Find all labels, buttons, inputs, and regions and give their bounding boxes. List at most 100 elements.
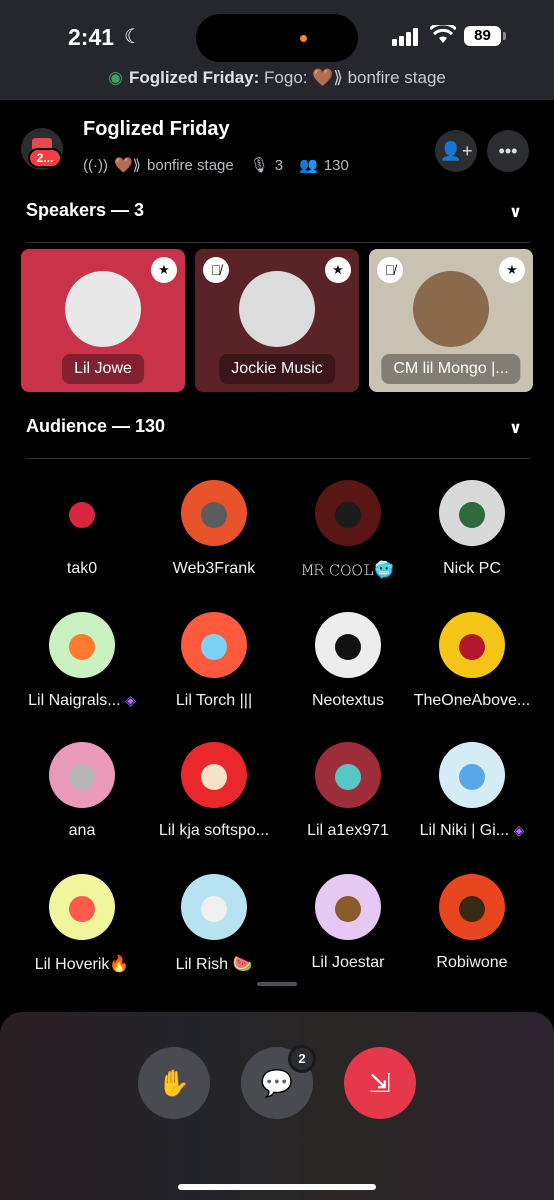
audience-section-header[interactable]: Audience — 130 ∨ <box>26 416 530 450</box>
member-name: 𝙼𝚁 𝙲𝙾𝙾𝙻🥶 <box>280 560 416 580</box>
member-name-text: Lil Hoverik🔥 <box>34 956 130 973</box>
audience-member[interactable]: Lil Naigrals... ◈ <box>14 612 150 710</box>
avatar-figure <box>69 764 95 790</box>
nitro-gem-icon: ◈ <box>125 692 136 708</box>
avatar <box>439 874 505 940</box>
member-name-text: ana <box>68 822 96 839</box>
stage-banner[interactable]: ◉ Foglized Friday: Fogo: 🤎⟫ bonfire stage <box>0 68 554 88</box>
member-name-text: Lil Naigrals... <box>28 692 121 709</box>
audience-member[interactable]: tak0 <box>14 480 150 578</box>
member-name: Neotextus <box>280 692 416 710</box>
speakers-section-header[interactable]: Speakers — 3 ∨ <box>26 200 530 234</box>
avatar <box>181 742 247 808</box>
audience-member[interactable]: Lil Rish 🍉 <box>146 874 282 974</box>
audience-label: Audience — 130 <box>26 416 166 436</box>
chat-bubble-icon: 💬 <box>260 1068 294 1098</box>
avatar <box>315 742 381 808</box>
member-name: ana <box>14 822 150 840</box>
avatar <box>65 271 141 347</box>
muted-mic-icon: 🎙̸ <box>377 257 403 283</box>
avatar-figure <box>459 502 485 528</box>
member-name: tak0 <box>14 560 150 578</box>
speaker-card[interactable]: 🎙̸ ★ Jockie Music <box>195 249 359 392</box>
speaker-card[interactable]: 🎙̸ ★ CM lil Mongo |... <box>369 249 533 392</box>
avatar <box>439 742 505 808</box>
banner-server: Foglized Friday: <box>128 68 260 87</box>
audience-member[interactable]: 𝙼𝚁 𝙲𝙾𝙾𝙻🥶 <box>280 480 416 580</box>
moderator-shield-icon: ★ <box>325 257 351 283</box>
speaker-card[interactable]: ★ Lil Jowe <box>21 249 185 392</box>
audience-member[interactable]: Lil Joestar <box>280 874 416 972</box>
speakers-label: Speakers — 3 <box>26 200 145 220</box>
member-name-text: Lil Joestar <box>311 954 385 971</box>
avatar <box>239 271 315 347</box>
avatar <box>49 612 115 678</box>
member-name-text: Robiwone <box>436 954 508 971</box>
avatar-figure <box>201 764 227 790</box>
raise-hand-button[interactable]: ✋ <box>138 1047 210 1119</box>
add-user-icon: 👤+ <box>439 141 473 161</box>
member-name-text: Lil kja softspo... <box>158 822 270 839</box>
member-name: Lil a1ex971 <box>280 822 416 840</box>
member-name: Lil Rish 🍉 <box>146 954 282 974</box>
stage-name: bonfire stage <box>147 156 234 174</box>
avatar-figure <box>335 764 361 790</box>
moderator-shield-icon: ★ <box>151 257 177 283</box>
avatar <box>49 480 115 546</box>
audience-member[interactable]: ana <box>14 742 150 840</box>
more-options-button[interactable]: ••• <box>487 130 529 172</box>
audience-member[interactable]: TheOneAbove... <box>404 612 540 710</box>
avatar-figure <box>69 896 95 922</box>
avatar <box>315 480 381 546</box>
audience-member[interactable]: Nick PC <box>404 480 540 578</box>
audience-member[interactable]: Lil Torch ||| <box>146 612 282 710</box>
member-name: Web3Frank <box>146 560 282 578</box>
status-bar: 2:41 ☾ 89 ◉ Foglized Friday: Fogo: 🤎⟫ bon… <box>0 0 554 100</box>
live-stage-icon: ◉ <box>108 68 123 87</box>
message-count-badge: 2 <box>288 1045 316 1073</box>
member-name-text: Lil Rish 🍉 <box>175 956 253 973</box>
member-name-text: Lil Torch ||| <box>175 692 253 709</box>
audience-member[interactable]: Web3Frank <box>146 480 282 578</box>
muted-mic-icon: 🎙̸ <box>203 257 229 283</box>
member-name: TheOneAbove... <box>404 692 540 710</box>
member-name-text: tak0 <box>66 560 98 577</box>
hand-icon: ✋ <box>157 1068 191 1098</box>
member-name-text: 𝙼𝚁 𝙲𝙾𝙾𝙻🥶 <box>301 562 395 579</box>
invite-button[interactable]: 👤+ <box>435 130 477 172</box>
divider <box>26 242 530 243</box>
audience-member[interactable]: Lil Niki | Gi... ◈ <box>404 742 540 840</box>
listener-count: 130 <box>323 156 349 174</box>
member-name-text: Nick PC <box>443 560 501 577</box>
avatar <box>49 742 115 808</box>
member-name: Nick PC <box>404 560 540 578</box>
member-name: Lil Torch ||| <box>146 692 282 710</box>
audience-member[interactable]: Lil a1ex971 <box>280 742 416 840</box>
dynamic-island <box>196 14 358 62</box>
audience-member[interactable]: Neotextus <box>280 612 416 710</box>
avatar <box>439 612 505 678</box>
member-name: Lil Hoverik🔥 <box>14 954 150 974</box>
avatar-figure <box>201 634 227 660</box>
avatar-figure <box>335 634 361 660</box>
drag-handle[interactable] <box>257 982 297 986</box>
audience-member[interactable]: Lil Hoverik🔥 <box>14 874 150 974</box>
avatar-figure <box>201 896 227 922</box>
clock: 2:41 <box>68 24 115 50</box>
avatar <box>181 612 247 678</box>
audience-member[interactable]: Lil kja softspo... <box>146 742 282 840</box>
speaker-count: 3 <box>274 156 284 174</box>
member-name: Lil Naigrals... ◈ <box>14 692 150 710</box>
member-name: Robiwone <box>404 954 540 972</box>
microphone-icon: 🎙 <box>249 157 269 174</box>
wifi-icon <box>430 25 456 43</box>
avatar-figure <box>201 502 227 528</box>
home-indicator[interactable] <box>178 1184 376 1190</box>
avatar-figure <box>459 764 485 790</box>
leave-stage-button[interactable]: ⇲ <box>344 1047 416 1119</box>
avatar-figure <box>335 502 361 528</box>
audience-member[interactable]: Robiwone <box>404 874 540 972</box>
banner-stage: Fogo: 🤎⟫ bonfire stage <box>264 68 446 87</box>
stage-header: 2... Foglized Friday ((·)) 🤎⟫ bonfire st… <box>0 100 554 190</box>
avatar-figure <box>335 896 361 922</box>
